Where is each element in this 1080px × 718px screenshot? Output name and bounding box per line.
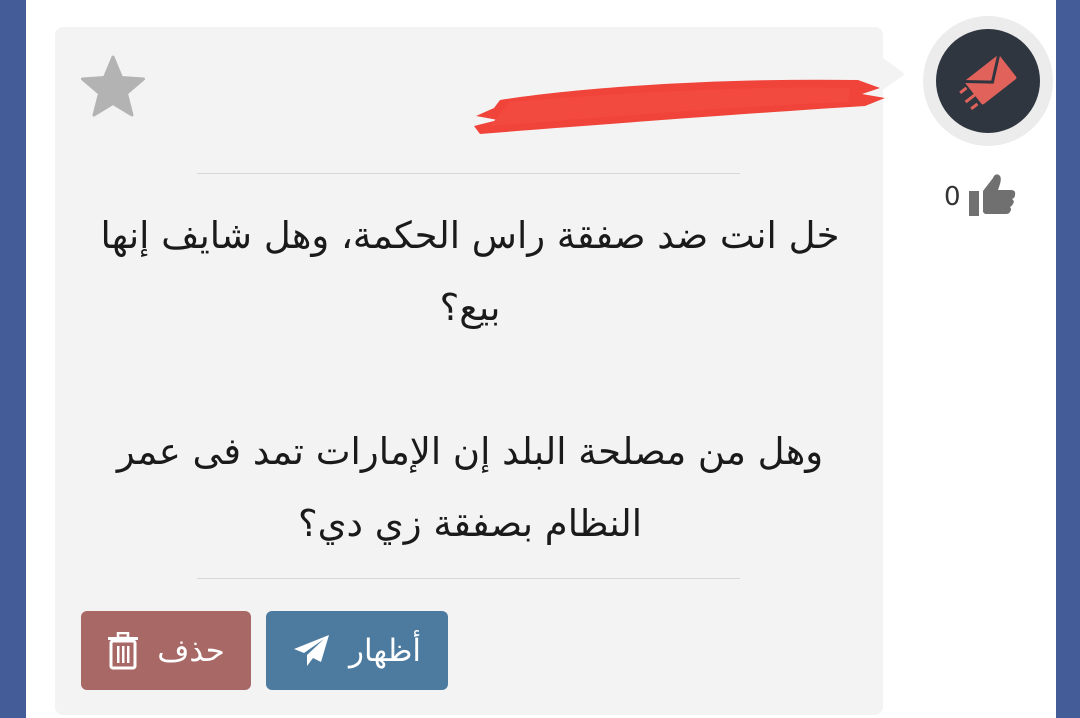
delete-button[interactable]: حذف	[81, 611, 251, 690]
thumbs-up-icon[interactable]	[967, 172, 1017, 222]
like-widget: 0	[944, 172, 1017, 222]
divider-bottom	[197, 578, 740, 579]
show-button[interactable]: أظهار	[266, 611, 448, 690]
message-paragraph-2: وهل من مصلحة البلد إن الإمارات تمد فى عم…	[116, 430, 824, 545]
message-text: خل انت ضد صفقة راس الحكمة، وهل شايف إنها…	[90, 200, 850, 560]
show-button-label: أظهار	[349, 632, 421, 669]
paper-plane-icon	[293, 634, 331, 668]
avatar[interactable]	[936, 29, 1040, 133]
delete-button-label: حذف	[157, 632, 225, 669]
star-icon[interactable]	[80, 55, 146, 119]
divider-top	[197, 173, 740, 174]
like-count: 0	[944, 182, 961, 212]
trash-icon	[107, 631, 139, 670]
redacted-sender-name	[470, 72, 890, 136]
message-paragraph-1: خل انت ضد صفقة راس الحكمة، وهل شايف إنها…	[100, 214, 840, 329]
